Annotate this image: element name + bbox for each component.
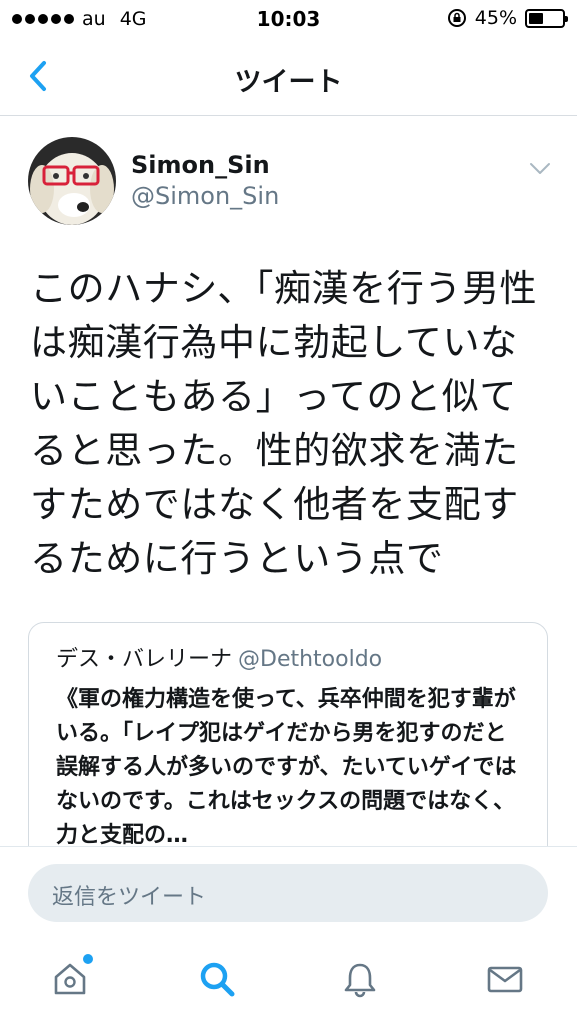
- tweet-options-button[interactable]: [524, 156, 556, 182]
- chevron-down-icon: [530, 163, 550, 174]
- reply-input[interactable]: 返信をツイート: [28, 864, 548, 922]
- battery-icon: [525, 8, 568, 28]
- page-title: ツイート: [234, 67, 343, 98]
- notification-dot: [83, 954, 93, 964]
- quoted-user-name: デス・バレリーナ: [56, 647, 233, 672]
- home-icon: [54, 963, 86, 995]
- navigation-bar: ツイート: [0, 38, 577, 116]
- quoted-tweet-text: 《軍の権力構造を使って、兵卒仲間を犯す輩がいる。「レイプ犯はゲイだから男を犯すの…: [56, 687, 517, 848]
- tab-notifications[interactable]: [335, 954, 385, 1004]
- battery-level: [529, 12, 544, 24]
- battery-percent: 45%: [474, 7, 517, 29]
- quoted-tweet-header: デス・バレリーナ @Dethtooldo: [56, 641, 382, 673]
- avatar[interactable]: [28, 137, 116, 225]
- quoted-tweet-card[interactable]: デス・バレリーナ @Dethtooldo 《軍の権力構造を使って、兵卒仲間を犯す輩…: [28, 622, 548, 862]
- tweet-text: このハナシ、「痴漢を行う男性は痴漢行為中に勃起していないこともある」ってのと似て…: [30, 267, 538, 580]
- status-bar: au 4G 10:03 45%: [0, 0, 577, 38]
- user-display-name[interactable]: Simon_Sin: [131, 151, 270, 179]
- dog-avatar-image: [28, 137, 116, 225]
- bell-icon: [344, 963, 376, 998]
- quoted-user-handle: @Dethtooldo: [238, 647, 383, 672]
- tab-bar: [0, 936, 577, 1024]
- tab-messages[interactable]: [480, 954, 530, 1004]
- orientation-lock-icon: [447, 9, 466, 27]
- mail-icon: [487, 966, 523, 993]
- reply-bar: 返信をツイート: [0, 846, 577, 936]
- status-right: 45%: [447, 7, 568, 29]
- tab-search[interactable]: [192, 954, 242, 1004]
- user-handle[interactable]: @Simon_Sin: [131, 182, 279, 210]
- search-icon: [200, 962, 235, 997]
- tab-home[interactable]: [45, 954, 95, 1004]
